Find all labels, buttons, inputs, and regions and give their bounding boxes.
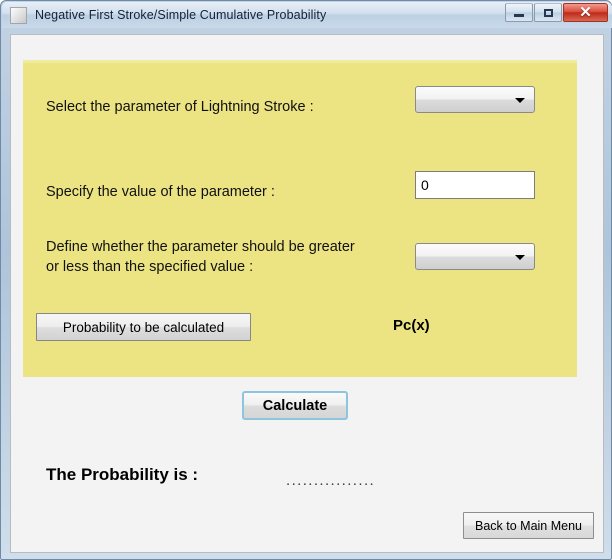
- probability-result-value: ................: [286, 472, 376, 489]
- probability-notation-label: Pc(x): [393, 317, 430, 334]
- probability-result-title: The Probability is :: [46, 465, 199, 484]
- chevron-down-icon: [515, 255, 525, 260]
- parameter-value-input[interactable]: [415, 171, 535, 199]
- comparison-select[interactable]: [415, 243, 535, 270]
- calculate-button[interactable]: Calculate: [242, 391, 348, 420]
- parameter-select[interactable]: [415, 86, 535, 113]
- minimize-icon: [514, 14, 524, 17]
- define-comparison-label: Define whether the parameter should be g…: [46, 239, 355, 275]
- back-to-main-menu-button[interactable]: Back to Main Menu: [463, 512, 594, 539]
- client-area: Select the parameter of Lightning Stroke…: [10, 34, 604, 553]
- maximize-button[interactable]: [534, 3, 562, 22]
- specify-value-label: Specify the value of the parameter :: [46, 184, 275, 200]
- parameter-panel: Select the parameter of Lightning Stroke…: [23, 60, 577, 377]
- application-window: Negative First Stroke/Simple Cumulative …: [0, 0, 612, 560]
- close-button[interactable]: ✕: [563, 3, 608, 22]
- app-icon: [10, 6, 27, 24]
- select-parameter-label: Select the parameter of Lightning Stroke…: [46, 99, 314, 115]
- probability-to-be-calculated-button[interactable]: Probability to be calculated: [36, 313, 251, 341]
- title-bar: Negative First Stroke/Simple Cumulative …: [2, 2, 612, 28]
- window-title: Negative First Stroke/Simple Cumulative …: [35, 8, 327, 22]
- chevron-down-icon: [515, 98, 525, 103]
- minimize-button[interactable]: [505, 3, 533, 22]
- maximize-icon: [543, 8, 553, 17]
- window-controls: ✕: [504, 3, 608, 22]
- close-icon: ✕: [579, 4, 592, 21]
